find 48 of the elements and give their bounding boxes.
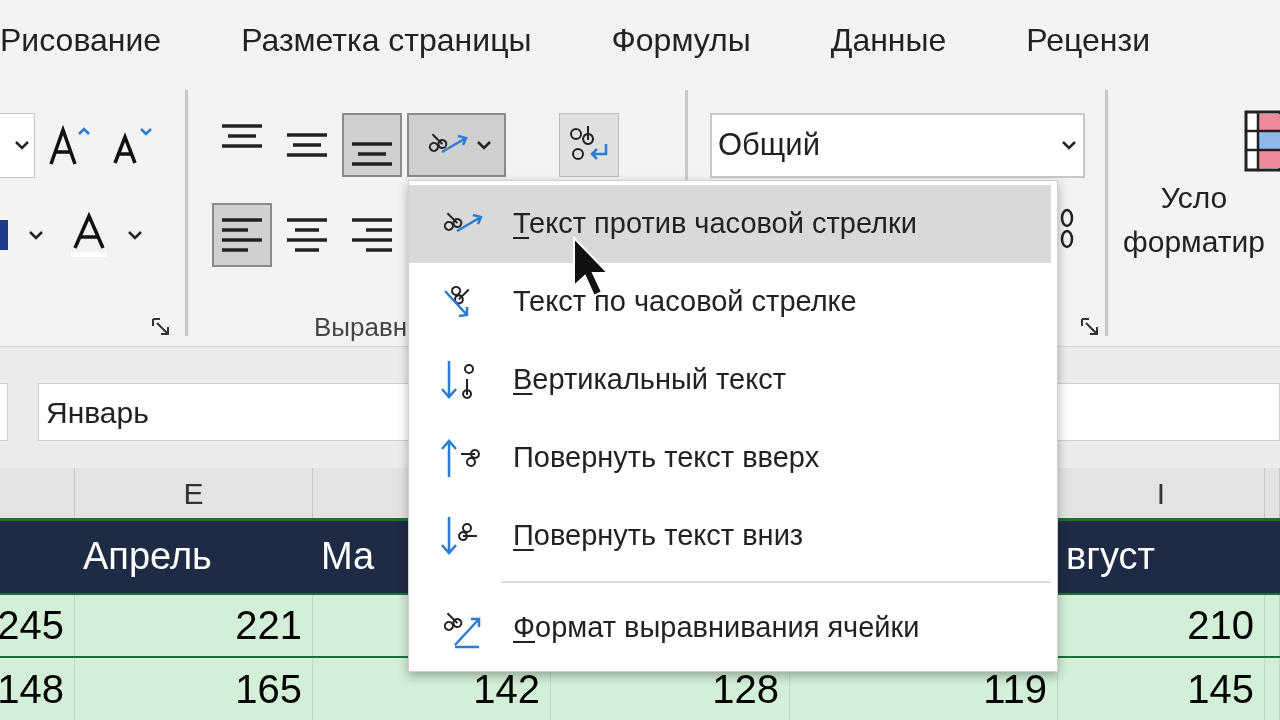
cell-value: 221 bbox=[235, 602, 302, 650]
menu-item[interactable]: Вертикальный текст bbox=[409, 341, 1051, 419]
vertical-align-icon bbox=[220, 123, 264, 148]
text-align-icon bbox=[220, 217, 264, 252]
number-format-dropdown[interactable]: Общий bbox=[710, 112, 1085, 178]
column-header[interactable]: E bbox=[183, 470, 204, 516]
cell-value: 165 bbox=[235, 666, 302, 714]
menu-item[interactable]: Повернуть текст вверх bbox=[409, 419, 1051, 497]
chevron-icon bbox=[14, 140, 30, 151]
vertical-align-icon bbox=[285, 132, 329, 157]
ribbon-tab[interactable]: Разметка страницы bbox=[241, 15, 532, 64]
column-header[interactable]: I bbox=[1156, 470, 1166, 516]
text-align-icon bbox=[350, 217, 394, 252]
menu-item[interactable]: Повернуть текст вниз bbox=[409, 497, 1051, 575]
cell-value: 119 bbox=[983, 666, 1047, 714]
vertical-align-icon bbox=[350, 141, 394, 166]
font-color-icon[interactable] bbox=[69, 211, 109, 258]
month-heading: вгуст bbox=[1066, 534, 1156, 580]
month-heading: Ма bbox=[321, 534, 375, 580]
chevron-icon bbox=[1061, 140, 1077, 151]
cell-value: 210 bbox=[1187, 602, 1254, 650]
chevron-icon bbox=[475, 139, 492, 150]
ribbon-tab[interactable]: Данные bbox=[830, 15, 947, 64]
chevron-icon bbox=[28, 229, 44, 240]
decimal-icon[interactable] bbox=[1060, 207, 1074, 250]
dialog-launcher-icon[interactable] bbox=[152, 317, 170, 336]
vertical-align-button[interactable] bbox=[342, 112, 402, 177]
month-heading: Апрель bbox=[83, 534, 212, 580]
cell-value: 128 bbox=[712, 666, 779, 714]
cell-value: 142 bbox=[473, 666, 540, 714]
text-align-icon bbox=[285, 217, 329, 252]
cell-value: 245 bbox=[0, 602, 64, 650]
conditional-format-label[interactable]: Усло форматир bbox=[1123, 175, 1265, 264]
cell-value: 145 bbox=[1187, 666, 1254, 714]
orientation-button[interactable] bbox=[407, 112, 506, 177]
text-align-button[interactable] bbox=[212, 202, 272, 267]
ribbon-tab[interactable]: Формулы bbox=[611, 15, 751, 64]
ribbon-tab[interactable]: Рецензи bbox=[1026, 15, 1151, 64]
cell-value: 148 bbox=[0, 666, 64, 714]
chevron-icon bbox=[127, 229, 143, 240]
menu-item[interactable]: Текст по часовой стрелке bbox=[409, 263, 1051, 341]
menu-item[interactable]: Формат выравнивания ячейки bbox=[409, 589, 1051, 667]
wrap-text-button[interactable] bbox=[559, 112, 619, 177]
dialog-launcher-icon[interactable] bbox=[1081, 317, 1099, 336]
group-label: Выравн bbox=[314, 310, 408, 344]
conditional-format-icon[interactable] bbox=[1244, 109, 1280, 172]
menu-item[interactable]: Текст против часовой стрелки bbox=[409, 185, 1051, 263]
ribbon-tab[interactable]: Рисование bbox=[0, 15, 162, 64]
